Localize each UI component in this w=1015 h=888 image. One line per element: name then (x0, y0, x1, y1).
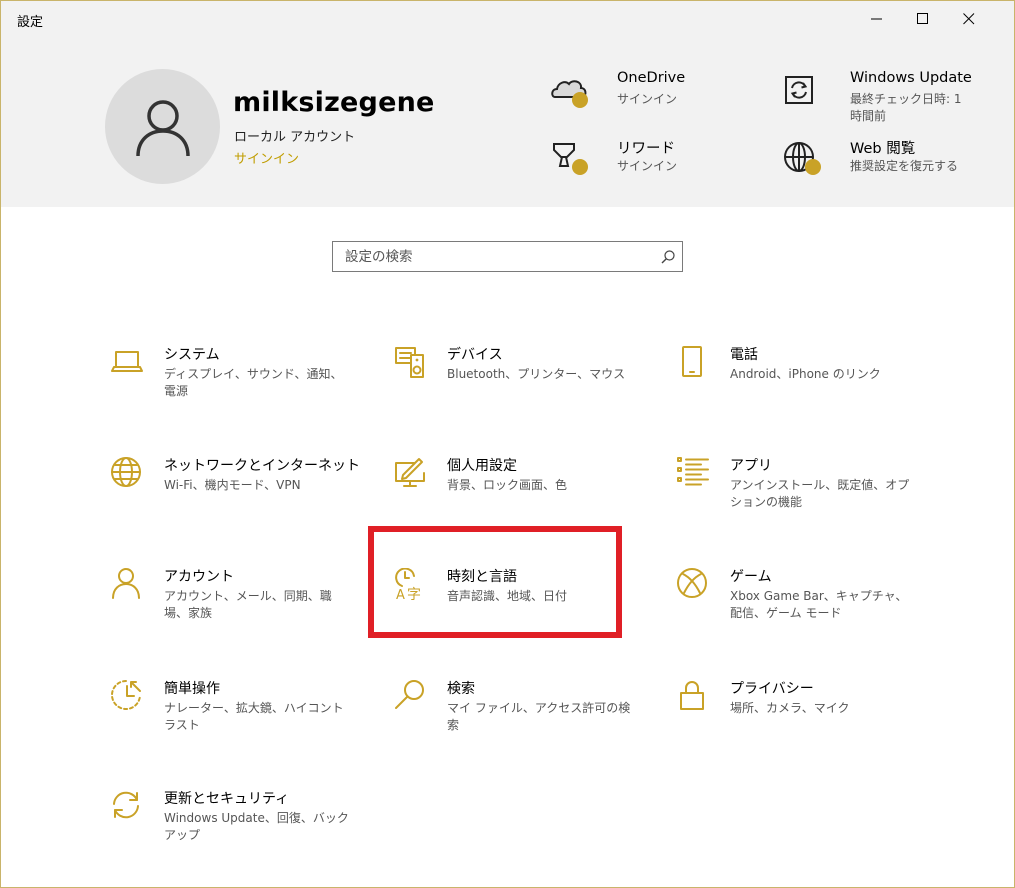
window-title: 設定 (17, 15, 44, 30)
category-desc: Xbox Game Bar、キャプチャ、配信、ゲーム モード (730, 589, 908, 620)
devices-icon (395, 347, 424, 378)
globe-icon (784, 142, 821, 175)
category-apps[interactable]: アプリ アンインストール、既定値、オプションの機能 (677, 457, 917, 527)
title-bar[interactable]: 設定 (1, 1, 1014, 37)
category-title: 時刻と言語 (447, 569, 517, 585)
web-browsing-title: Web 閲覧 (850, 141, 916, 157)
close-button[interactable] (946, 1, 992, 37)
trophy-icon (553, 143, 588, 175)
category-desc: Android、iPhone のリンク (730, 367, 881, 381)
category-desc: アンインストール、既定値、オプションの機能 (730, 478, 910, 509)
category-desc: Bluetooth、プリンター、マウス (447, 367, 626, 381)
search-input[interactable] (333, 242, 655, 271)
account-header: milksizegene ローカル アカウント サインイン OneDrive サ… (1, 37, 1014, 207)
settings-search-box[interactable] (332, 241, 683, 272)
minimize-icon (871, 18, 882, 20)
category-desc: 音声認識、地域、日付 (447, 589, 568, 603)
person-icon (112, 568, 140, 599)
username: milksizegene (233, 87, 435, 118)
signin-link[interactable]: サインイン (234, 148, 299, 167)
apps-list-icon (677, 457, 709, 486)
avatar[interactable] (105, 69, 220, 184)
category-time-language[interactable]: A 字 時刻と言語 音声認識、地域、日付 (394, 568, 634, 638)
category-devices[interactable]: デバイス Bluetooth、プリンター、マウス (394, 346, 634, 416)
category-title: 簡単操作 (164, 681, 220, 697)
category-personalization[interactable]: 個人用設定 背景、ロック画面、色 (394, 457, 634, 527)
category-title: ネットワークとインターネット (164, 458, 360, 474)
category-desc: ディスプレイ、サウンド、通知、電源 (164, 367, 343, 398)
windows-update-subtitle: 最終チェック日時: 1 時間前 (850, 92, 962, 123)
settings-window: 設定 milksizegene ローカル アカウント サインイン OneDriv… (0, 0, 1015, 888)
category-title: 検索 (447, 681, 475, 697)
user-avatar-icon (135, 99, 190, 156)
category-title: 個人用設定 (447, 458, 517, 474)
category-title: デバイス (447, 347, 503, 363)
phone-icon (682, 346, 702, 377)
category-desc: アカウント、メール、同期、職場、家族 (164, 589, 332, 620)
category-title: アプリ (730, 458, 772, 474)
windows-update-title: Windows Update (850, 70, 972, 86)
category-title: 電話 (730, 347, 758, 363)
lock-icon (680, 681, 704, 710)
search-icon[interactable] (660, 249, 676, 265)
personalization-icon (395, 458, 425, 487)
category-privacy[interactable]: プライバシー 場所、カメラ、マイク (677, 680, 917, 750)
windows-update-icon (785, 76, 813, 104)
category-search[interactable]: 検索 マイ ファイル、アクセス許可の検索 (394, 680, 634, 750)
xbox-icon (677, 568, 707, 598)
category-desc: Wi-Fi、機内モード、VPN (164, 478, 301, 492)
globe-icon (111, 457, 141, 487)
time-language-icon: A 字 (395, 568, 421, 603)
category-ease-of-access[interactable]: 簡単操作 ナレーター、拡大鏡、ハイコントラスト (111, 680, 351, 750)
category-title: システム (164, 347, 220, 363)
onedrive-subtitle: サインイン (617, 92, 678, 106)
svg-text:A: A (396, 588, 405, 603)
close-icon (963, 13, 975, 25)
category-desc: マイ ファイル、アクセス許可の検索 (447, 701, 631, 732)
category-desc: 場所、カメラ、マイク (730, 701, 850, 715)
cloud-icon (551, 80, 588, 108)
category-update-security[interactable]: 更新とセキュリティ Windows Update、回復、バックアップ (111, 790, 351, 860)
rewards-subtitle: サインイン (617, 159, 678, 173)
category-gaming[interactable]: ゲーム Xbox Game Bar、キャプチャ、配信、ゲーム モード (677, 568, 917, 638)
category-title: ゲーム (730, 569, 772, 585)
ease-of-access-icon (111, 680, 141, 710)
magnifier-icon (395, 680, 424, 709)
onedrive-title: OneDrive (617, 70, 686, 86)
category-network[interactable]: ネットワークとインターネット Wi-Fi、機内モード、VPN (111, 457, 360, 527)
category-accounts[interactable]: アカウント アカウント、メール、同期、職場、家族 (111, 568, 351, 638)
category-system[interactable]: システム ディスプレイ、サウンド、通知、電源 (111, 346, 351, 416)
category-desc: Windows Update、回復、バックアップ (164, 811, 349, 842)
category-desc: ナレーター、拡大鏡、ハイコントラスト (164, 701, 344, 732)
category-title: アカウント (164, 569, 234, 585)
rewards-title: リワード (617, 141, 675, 157)
svg-text:字: 字 (407, 587, 421, 603)
web-browsing-subtitle: 推奨設定を復元する (850, 159, 959, 173)
category-title: プライバシー (730, 681, 814, 697)
sync-icon (113, 791, 139, 819)
account-type: ローカル アカウント (234, 130, 356, 145)
category-phone[interactable]: 電話 Android、iPhone のリンク (677, 346, 917, 416)
maximize-icon (917, 13, 928, 24)
category-title: 更新とセキュリティ (164, 791, 290, 807)
maximize-button[interactable] (900, 1, 946, 37)
minimize-button[interactable] (854, 1, 900, 37)
laptop-icon (111, 351, 143, 372)
category-desc: 背景、ロック画面、色 (447, 478, 568, 492)
